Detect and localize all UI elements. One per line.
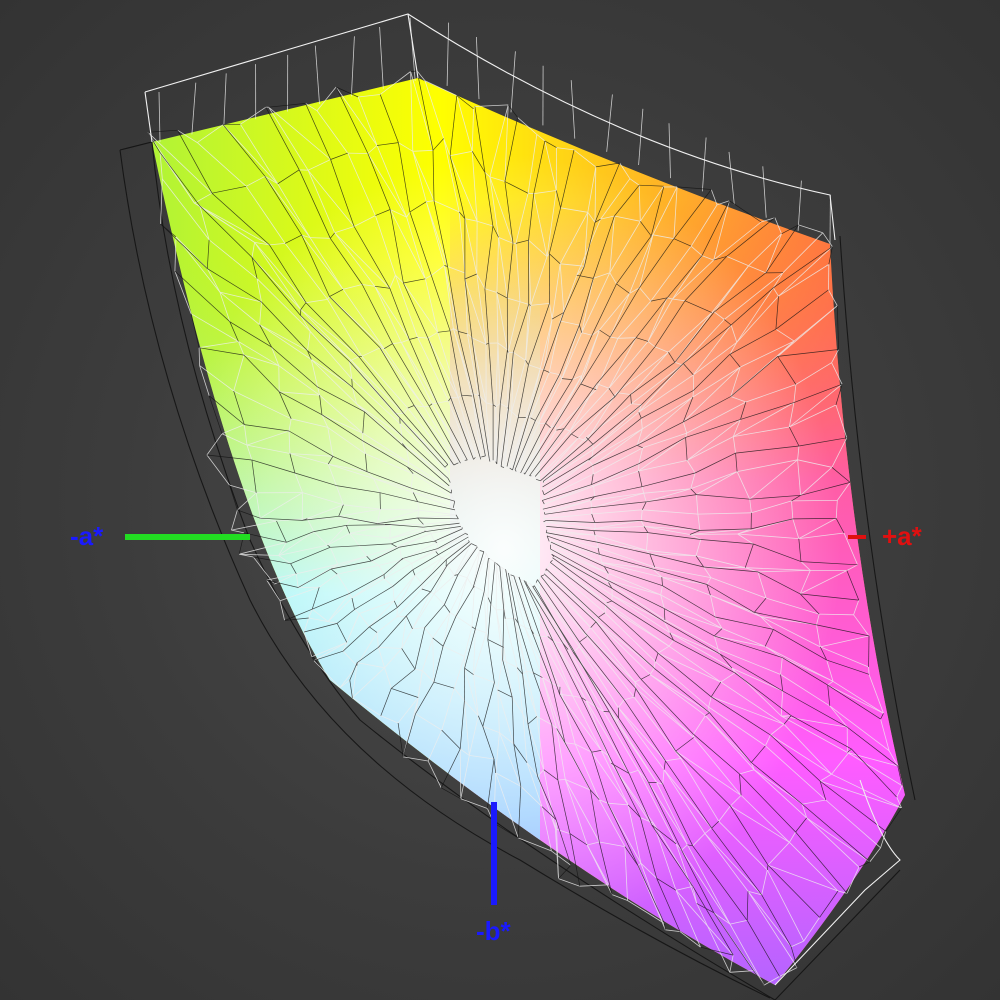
mesh-edge <box>570 80 576 139</box>
pos-a-axis-label: +a* <box>882 521 922 551</box>
mesh-edge <box>603 711 610 713</box>
mesh-edge <box>664 923 666 930</box>
mesh-edge <box>231 509 238 531</box>
mesh-edge <box>836 305 839 350</box>
mesh-edge <box>579 884 609 887</box>
mesh-edge <box>229 484 238 511</box>
mesh-edge <box>147 129 178 133</box>
mesh-edge <box>665 929 681 932</box>
mesh-edge <box>206 454 230 486</box>
mesh-edge <box>702 137 707 192</box>
mesh-edge <box>476 36 480 100</box>
mesh-edge <box>728 151 735 205</box>
gamut-3d-plot[interactable] <box>0 0 1000 1000</box>
mesh-edge <box>760 217 776 223</box>
gamut-surface <box>152 78 905 985</box>
mesh-edge <box>191 82 197 135</box>
mesh-edge <box>198 347 200 366</box>
mesh-edge <box>279 600 285 621</box>
mesh-edge <box>762 166 767 218</box>
mesh-edge <box>158 91 161 143</box>
mesh-edge <box>729 970 754 973</box>
mesh-edge <box>410 70 418 72</box>
mesh-edge <box>379 26 384 89</box>
mesh-edge <box>351 36 355 97</box>
mesh-edge <box>223 73 227 127</box>
mesh-edge <box>493 822 519 839</box>
mesh-edge <box>510 51 516 113</box>
mesh-edge <box>446 22 449 86</box>
mesh-edge <box>543 512 546 515</box>
mesh-edge <box>791 500 838 502</box>
mesh-edge <box>689 533 738 535</box>
mesh-edge <box>507 104 518 118</box>
mesh-edge <box>798 224 823 234</box>
mesh-edge <box>668 123 671 179</box>
mesh-edge <box>314 45 320 104</box>
gamut-viewer: -a* +a* -b* <box>0 0 1000 1000</box>
mesh-edge <box>401 435 403 444</box>
mesh-edge <box>504 569 507 571</box>
mesh-edge <box>792 518 837 520</box>
neg-b-axis-label: -b* <box>476 916 511 946</box>
neg-a-axis-label: -a* <box>70 521 104 551</box>
mesh-edge <box>557 779 566 781</box>
mesh-edge <box>677 186 712 190</box>
mesh-edge <box>403 756 429 762</box>
mesh-edge <box>351 378 353 388</box>
mesh-edge <box>231 529 245 534</box>
